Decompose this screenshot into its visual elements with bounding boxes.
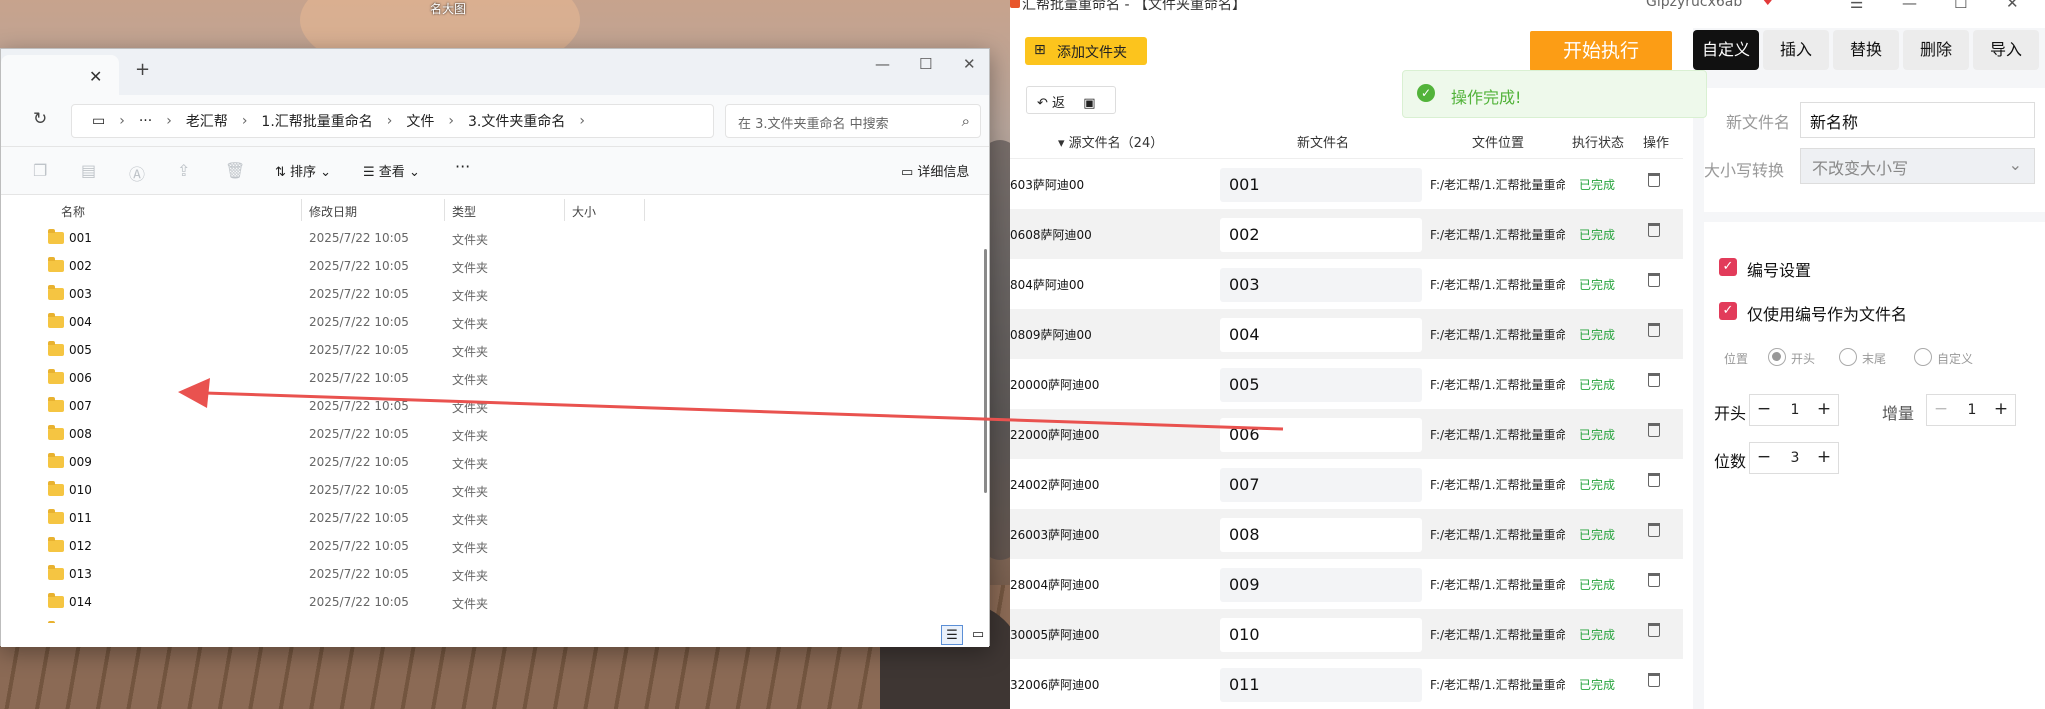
annotation-arrow [178,378,1284,431]
arrow-line [204,391,1284,431]
arrow-head [178,378,210,408]
